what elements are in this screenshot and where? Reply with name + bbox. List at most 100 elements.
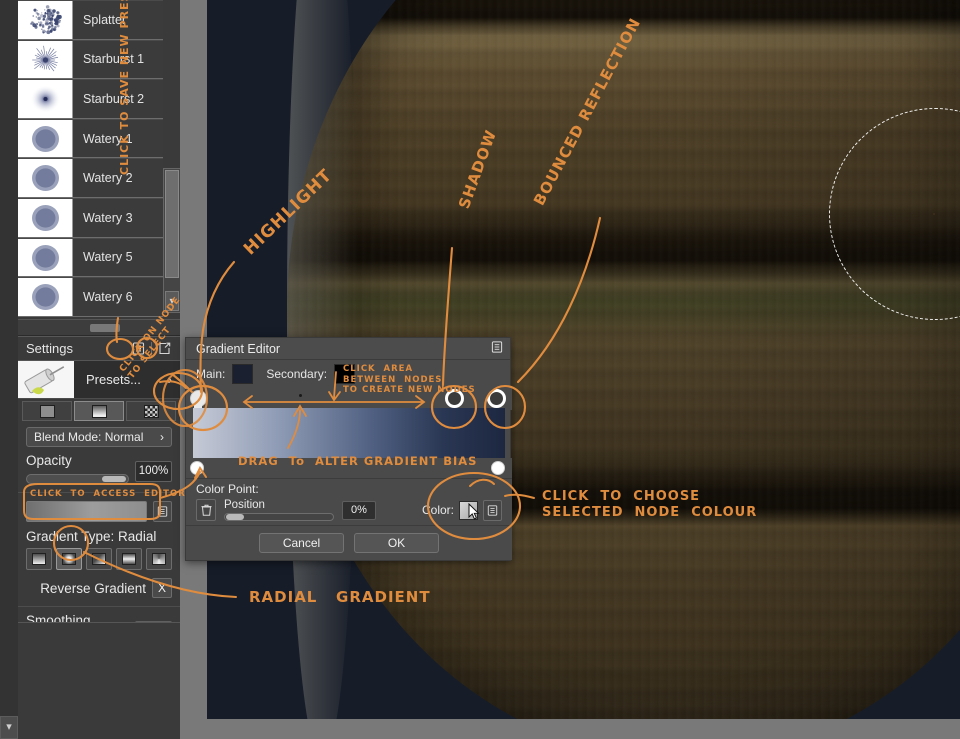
gradient-presets-icon[interactable] [153,501,172,522]
position-value[interactable]: 0% [342,501,376,520]
gradient-bias-handle[interactable] [299,394,302,397]
preset-item-label: Starburst 1 [73,41,163,79]
gradient-opacity-node-1[interactable] [491,461,505,475]
preset-list-hscroll-thumb[interactable] [90,324,120,332]
export-icon[interactable] [155,340,174,358]
gradient-editor-dialog[interactable]: Gradient Editor Main: Secondary: Color P… [185,337,511,561]
gradient-type-corner[interactable] [86,548,112,570]
gradient-node-strip-top[interactable] [186,388,512,410]
gradient-node-strip-bottom[interactable] [186,458,512,478]
position-slider[interactable] [224,513,334,521]
gradient-type-linear[interactable] [26,548,52,570]
opacity-slider[interactable] [26,474,129,484]
preset-thumbnail-icon [18,361,74,398]
gradient-opacity-node-0[interactable] [190,461,204,475]
color-point-section: Color Point: Position 0% Color: [186,479,512,526]
reverse-gradient-toggle[interactable]: X [152,578,172,598]
blend-opacity-section: Blend Mode: Normal › Opacity 100% [18,421,180,493]
preset-manager-icon[interactable] [129,340,148,358]
preset-thumbnail-icon [18,278,73,316]
gradient-editor-presets-icon[interactable] [491,341,503,356]
gradient-fill-tab[interactable] [74,401,124,421]
preset-thumbnail-icon [18,41,73,79]
settings-empty-pane [18,622,180,739]
gradient-preview-swatch[interactable] [26,501,147,522]
main-color-swatch[interactable] [232,364,253,384]
cancel-button[interactable]: Cancel [259,533,344,553]
gradient-type-bilinear-icon [122,553,136,565]
gradient-type-radial[interactable] [56,548,82,570]
left-gutter [0,0,18,739]
gradient-type-bilinear[interactable] [116,548,142,570]
gradient-preview-row [26,501,172,522]
preset-list-item[interactable]: Splatter [18,0,163,40]
settings-header: Settings [18,337,180,361]
gradient-type-corner-icon [92,553,106,565]
selection-center-dot [933,213,935,215]
preset-list-item[interactable]: Starburst 2 [18,79,163,119]
preset-list-scroll-down-chevron-icon[interactable]: ▾ [165,291,179,311]
ok-button[interactable]: OK [354,533,439,553]
secondary-color-label: Secondary: [266,367,327,381]
solid-fill-tab[interactable] [22,401,72,421]
gradient-editor-title: Gradient Editor [196,342,491,356]
preset-item-label: Splatter [73,1,163,39]
opacity-slider-knob[interactable] [102,476,126,482]
gutter-collapse-chevron-down-icon[interactable]: ▾ [0,716,18,739]
node-color-presets-icon[interactable] [483,500,502,521]
gradient-type-label: Gradient Type: Radial [26,529,172,544]
position-slider-knob[interactable] [226,514,244,520]
position-label: Position [224,500,334,511]
preset-list-item[interactable]: Watery 3 [18,198,163,238]
fill-type-tabs[interactable] [18,399,180,421]
gradient-editor-titlebar[interactable]: Gradient Editor [186,338,510,360]
presets-label: Presets... [86,372,141,387]
main-secondary-color-row: Main: Secondary: [186,360,510,388]
mouse-cursor-icon [468,503,480,521]
preset-list-item[interactable]: Starburst 1 [18,40,163,80]
preset-list-item[interactable]: Watery 6 [18,277,163,317]
preset-list-item[interactable]: Watery 1 [18,119,163,159]
solid-fill-tab-swatch-icon [40,405,55,418]
delete-node-trash-icon[interactable] [196,499,216,521]
presets-row[interactable]: Presets... › [18,361,180,399]
preset-thumbnail-icon [18,239,73,277]
brush-preset-list[interactable]: Splatter Starburst 1 Starburst 2 Watery 1 Wa… [18,0,163,318]
preset-list-item[interactable]: Watery 5 [18,238,163,278]
gradient-node-1[interactable] [445,389,464,408]
gradient-section: Gradient Type: Radial Reverse Gradient X [18,493,180,607]
reverse-gradient-label: Reverse Gradient [40,581,146,596]
blend-mode-label: Blend Mode: Normal [34,430,143,444]
preset-item-label: Watery 6 [73,278,163,316]
gradient-type-buttons[interactable] [26,548,172,570]
preset-item-label: Watery 5 [73,239,163,277]
gradient-type-conical[interactable] [146,548,172,570]
blend-mode-button[interactable]: Blend Mode: Normal › [26,427,172,447]
reverse-gradient-row: Reverse Gradient X [26,578,172,598]
gradient-node-2[interactable] [487,389,506,408]
gradient-preview-bar[interactable] [193,408,505,458]
gradient-type-linear-icon [32,553,46,565]
header-divider [151,342,152,356]
color-point-title: Color Point: [196,482,502,496]
preset-list-horizontal-scrollbar[interactable] [18,319,180,335]
preset-thumbnail-icon [18,1,73,39]
opacity-value[interactable]: 100% [135,461,172,482]
position-control: Position [224,500,334,521]
secondary-color-swatch[interactable] [334,364,355,384]
settings-title: Settings [26,341,129,356]
presets-button[interactable]: Presets... › [74,361,180,398]
preset-list-item[interactable]: Watery 2 [18,158,163,198]
preset-list-vertical-scrollbar[interactable]: ▾ [163,168,181,313]
gradient-fill-tab-swatch-icon [92,405,107,418]
dialog-button-row: Cancel OK [186,525,512,560]
blend-mode-chevron-right-icon: › [160,430,164,444]
preset-thumbnail-icon [18,120,73,158]
preset-item-label: Watery 2 [73,159,163,197]
pattern-fill-tab[interactable] [126,401,176,421]
node-color-label: Color: [422,503,454,517]
node-color-group: Color: [422,500,502,521]
presets-chevron-right-icon[interactable]: › [168,372,172,387]
preset-list-scroll-thumb[interactable] [165,170,179,278]
brush-preset-panel: Splatter Starburst 1 Starburst 2 Watery 1 Wa… [18,0,180,330]
